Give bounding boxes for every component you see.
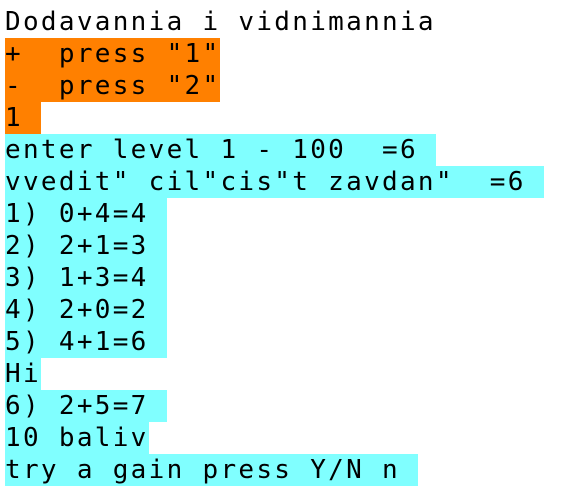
console-line-score: 10 baliv	[5, 422, 149, 454]
console-line-task: 1) 0+4=4	[5, 198, 167, 230]
console-line-task-count: vvedit" cil"cis"t zavdan" =6	[5, 166, 544, 198]
console-line-title: Dodavannia i vidnimannia	[5, 7, 436, 37]
console-line-task: 4) 2+0=2	[5, 294, 167, 326]
console-line-level: enter level 1 - 100 =6	[5, 134, 436, 166]
console-line-menu-plus: + press "1"	[5, 38, 221, 70]
console-line-menu-minus: - press "2"	[5, 70, 221, 102]
console-line-message: Hi	[5, 358, 41, 390]
console-line-task: 5) 4+1=6	[5, 326, 167, 358]
console-line-task: 2) 2+1=3	[5, 230, 167, 262]
console-line-retry-prompt: try a gain press Y/N n	[5, 454, 418, 486]
console-line-choice: 1	[5, 102, 41, 134]
console-line-task: 3) 1+3=4	[5, 262, 167, 294]
console-line-task: 6) 2+5=7	[5, 390, 167, 422]
console-window[interactable]: Dodavannia i vidnimannia + press "1" - p…	[0, 0, 570, 491]
